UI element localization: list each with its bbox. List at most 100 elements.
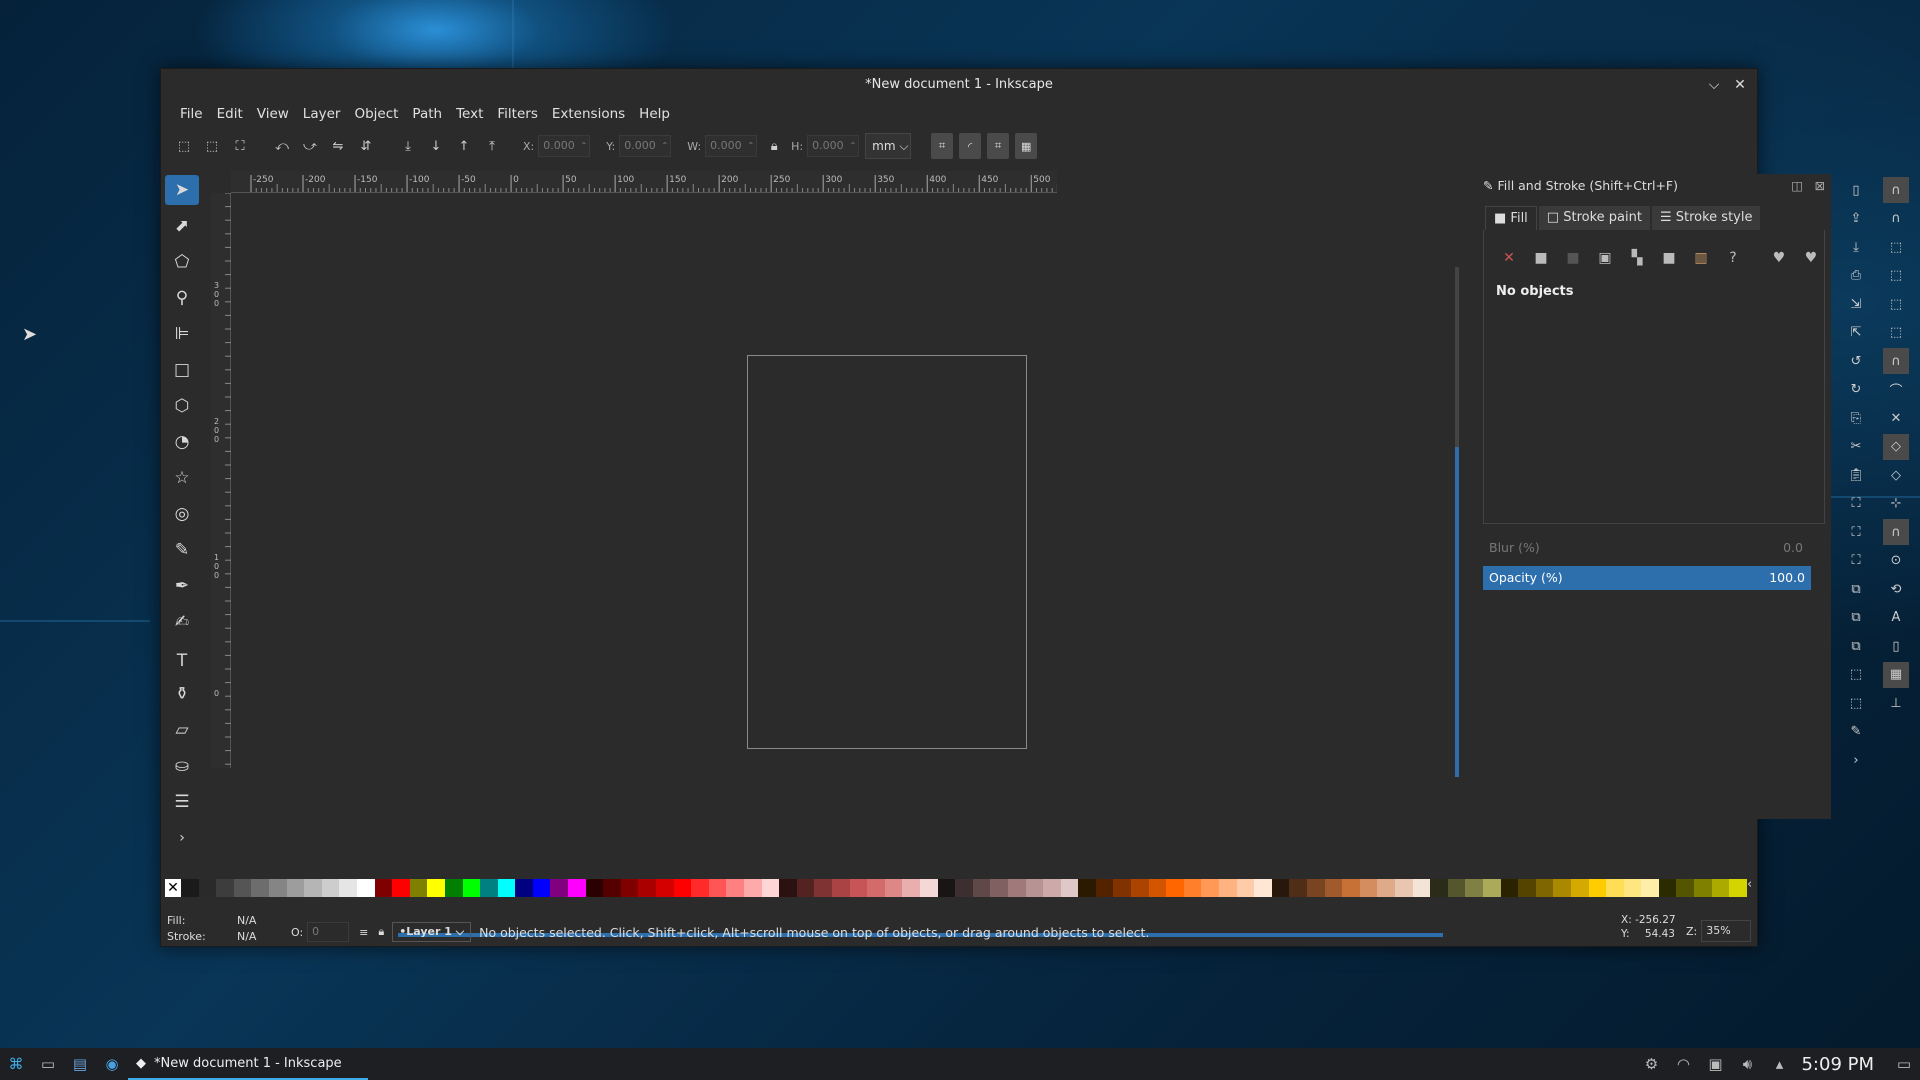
palette-swatch[interactable]	[1219, 879, 1237, 897]
palette-swatch[interactable]	[1658, 879, 1677, 897]
palette-swatch[interactable]	[937, 879, 956, 897]
palette-swatch[interactable]	[691, 879, 709, 897]
palette-swatch[interactable]	[726, 879, 744, 897]
palette-swatch[interactable]	[1676, 879, 1695, 897]
snap-rotation-icon[interactable]: ⟲	[1883, 576, 1909, 602]
no-paint-icon[interactable]: ✕	[1496, 246, 1522, 270]
volume-icon[interactable]: 🔊︎	[1731, 1048, 1763, 1080]
terminal-icon[interactable]: ▭	[32, 1048, 64, 1080]
export-icon[interactable]: ⇱	[1843, 320, 1869, 346]
tab-stroke-paint[interactable]: □ Stroke paint	[1538, 206, 1650, 230]
palette-swatch[interactable]	[515, 879, 533, 897]
wifi-icon[interactable]: ◠	[1667, 1048, 1699, 1080]
selector-tool-icon[interactable]: ➤	[165, 175, 199, 205]
palette-swatch[interactable]	[849, 879, 868, 897]
palette-swatch[interactable]	[1500, 879, 1519, 897]
lock-ratio-icon[interactable]: 🔒︎	[763, 135, 785, 157]
snap-grid-icon[interactable]: ▦	[1883, 661, 1909, 688]
palette-swatch[interactable]	[779, 879, 797, 897]
x-input[interactable]: 0.000	[538, 135, 591, 157]
palette-swatch[interactable]	[251, 879, 269, 897]
palette-swatch[interactable]	[1377, 879, 1395, 897]
palette-swatch[interactable]	[339, 879, 357, 897]
palette-swatch[interactable]	[1201, 879, 1220, 897]
palette-swatch[interactable]	[550, 879, 569, 897]
expand-icon[interactable]: ›	[165, 823, 199, 853]
palette-swatch[interactable]	[1007, 879, 1026, 897]
palette-swatch[interactable]	[796, 879, 815, 897]
palette-swatch[interactable]	[603, 879, 621, 897]
spiral-tool-icon[interactable]: ◎	[165, 499, 199, 529]
palette-swatch[interactable]	[656, 879, 674, 897]
snap-guide-icon[interactable]: ⊥	[1883, 690, 1909, 716]
menu-layer[interactable]: Layer	[296, 101, 348, 127]
palette-swatch[interactable]	[1729, 879, 1747, 897]
zoom-drawing-icon[interactable]: ⛶	[1843, 519, 1869, 545]
palette-swatch[interactable]	[1588, 879, 1607, 897]
vertical-ruler[interactable]: 3002001000100	[211, 192, 231, 852]
palette-swatch[interactable]	[216, 879, 234, 897]
menu-file[interactable]: File	[173, 101, 210, 127]
snap-smooth-icon[interactable]: ◇	[1883, 462, 1909, 488]
zoom-input[interactable]: 35%	[1701, 920, 1752, 942]
zoom-tool-icon[interactable]: ⚲	[165, 283, 199, 313]
eraser-tool-icon[interactable]: ▱	[165, 715, 199, 745]
vertical-scroll-thumb[interactable]	[1455, 447, 1459, 777]
palette-swatch[interactable]	[638, 879, 657, 897]
palette-swatch[interactable]	[462, 879, 481, 897]
new-document-icon[interactable]: ▯	[1843, 177, 1869, 203]
palette-swatch[interactable]	[304, 879, 322, 897]
fill-rule-nonzero-icon[interactable]: ♥	[1798, 246, 1824, 270]
layers-icon[interactable]: ≡	[359, 926, 368, 939]
spray-tool-icon[interactable]: ⚱	[165, 679, 199, 709]
transform-gradients-button[interactable]: ⌗	[987, 133, 1010, 159]
menu-edit[interactable]: Edit	[210, 101, 250, 127]
snap-bbox-edge-icon[interactable]: ⬚	[1883, 234, 1909, 260]
palette-swatch[interactable]	[444, 879, 463, 897]
cut-icon[interactable]: ✂	[1843, 434, 1869, 460]
palette-swatch[interactable]	[392, 879, 410, 897]
palette-swatch[interactable]	[1131, 879, 1149, 897]
horizontal-ruler[interactable]: -250 -200 -150 -100 -50 0 50 100 150 200 250 300 350…	[231, 171, 1057, 193]
snap-toggle-icon[interactable]: ∩	[1883, 177, 1909, 203]
window-titlebar[interactable]: *New document 1 - Inkscape ⌵ ✕	[161, 69, 1757, 101]
palette-swatch[interactable]	[1095, 879, 1114, 897]
opacity-slider[interactable]: Opacity (%) 100.0	[1483, 566, 1811, 590]
palette-swatch[interactable]	[919, 879, 938, 897]
palette-swatch[interactable]	[955, 879, 973, 897]
snap-nodes-icon[interactable]: ∩	[1883, 348, 1909, 374]
palette-swatch[interactable]	[1324, 879, 1343, 897]
menu-extensions[interactable]: Extensions	[545, 101, 632, 127]
snap-bbox-center-icon[interactable]: ⬚	[1883, 320, 1909, 346]
palette-swatch[interactable]	[884, 879, 903, 897]
star-tool-icon[interactable]: ☆	[165, 463, 199, 493]
scale-stroke-button[interactable]: ⌗	[931, 133, 954, 159]
palette-swatch[interactable]	[1307, 879, 1325, 897]
palette-swatch[interactable]	[1535, 879, 1554, 897]
palette-swatch[interactable]	[268, 879, 287, 897]
palette-swatch[interactable]	[1570, 879, 1589, 897]
unset-paint-icon[interactable]: ?	[1720, 246, 1746, 270]
calligraphy-tool-icon[interactable]: ✍	[165, 607, 199, 637]
file-manager-icon[interactable]: ▤	[64, 1048, 96, 1080]
snap-bbox-corner-icon[interactable]: ⬚	[1883, 263, 1909, 289]
select-all-layers-icon[interactable]: ⬚	[201, 135, 223, 157]
tweak-tool-icon[interactable]: ⬠	[165, 247, 199, 277]
palette-swatch[interactable]	[1694, 879, 1712, 897]
palette-swatch[interactable]	[585, 879, 604, 897]
copy-icon[interactable]: ⎘	[1843, 405, 1869, 431]
palette-swatch[interactable]	[1254, 879, 1272, 897]
palette-none-swatch[interactable]: ✕	[165, 879, 181, 897]
snap-others-icon[interactable]: ∩	[1883, 519, 1909, 545]
menu-path[interactable]: Path	[405, 101, 449, 127]
snap-midpoint-icon[interactable]: ⊹	[1883, 491, 1909, 517]
zoom-page-icon[interactable]: ⛶	[1843, 548, 1869, 574]
palette-swatch[interactable]	[1148, 879, 1167, 897]
snap-center-icon[interactable]: ⊙	[1883, 548, 1909, 574]
print-icon[interactable]: ⎙	[1843, 263, 1869, 289]
clipboard-icon[interactable]: ▣	[1699, 1048, 1731, 1080]
palette-swatch[interactable]	[1465, 879, 1483, 897]
pen-tool-icon[interactable]: ✒	[165, 571, 199, 601]
gradient-tool-icon[interactable]: ☰	[165, 787, 199, 817]
snap-intersection-icon[interactable]: ✕	[1883, 405, 1909, 431]
